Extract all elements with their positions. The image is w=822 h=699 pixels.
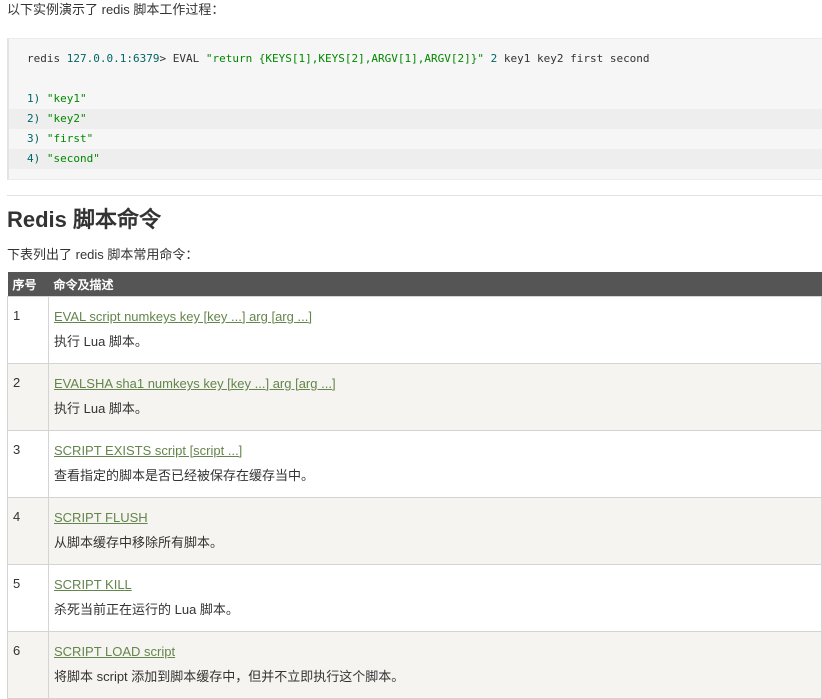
- row-content: SCRIPT EXISTS script [script ...] 查看指定的脚…: [48, 430, 822, 498]
- row-number: 6: [7, 631, 49, 699]
- row-content: SCRIPT FLUSH 从脚本缓存中移除所有脚本。: [48, 497, 822, 565]
- code-output-row: 2) "key2": [9, 109, 822, 129]
- row-number: 1: [7, 296, 49, 364]
- header-command: 命令及描述: [48, 272, 822, 297]
- table-row: 4 SCRIPT FLUSH 从脚本缓存中移除所有脚本。: [7, 497, 822, 565]
- table-row: 2 EVALSHA sha1 numkeys key [key ...] arg…: [7, 363, 822, 431]
- command-description: 杀死当前正在运行的 Lua 脚本。: [54, 602, 239, 617]
- command-link[interactable]: SCRIPT FLUSH: [54, 509, 816, 527]
- intro-text: 以下实例演示了 redis 脚本工作过程：: [7, 2, 225, 17]
- output-value: "second": [46, 152, 100, 165]
- code-output-row: 3) "first": [9, 129, 822, 149]
- code-script-string: "return {KEYS[1],KEYS[2],ARGV[1],ARGV[2]…: [205, 52, 484, 65]
- command-link[interactable]: SCRIPT KILL: [54, 576, 816, 594]
- command-description: 查看指定的脚本是否已经被保存在缓存当中。: [54, 468, 315, 483]
- row-number: 2: [7, 363, 49, 431]
- commands-table: 序号 命令及描述 1 EVAL script numkeys key [key …: [7, 272, 822, 699]
- output-index: 1): [27, 92, 47, 105]
- command-description: 从脚本缓存中移除所有脚本。: [54, 535, 224, 550]
- output-index: 2): [27, 112, 47, 125]
- row-content: EVAL script numkeys key [key ...] arg [a…: [48, 296, 822, 364]
- row-number: 3: [7, 430, 49, 498]
- code-prompt-host: redis: [27, 52, 67, 65]
- code-prompt-rest: > EVAL: [159, 52, 206, 65]
- output-value: "key2": [46, 112, 87, 125]
- table-row: 3 SCRIPT EXISTS script [script ...] 查看指定…: [7, 430, 822, 498]
- row-number: 5: [7, 564, 49, 632]
- section-description: 下表列出了 redis 脚本常用命令：: [7, 247, 199, 262]
- row-number: 4: [7, 497, 49, 565]
- row-content: SCRIPT KILL 杀死当前正在运行的 Lua 脚本。: [48, 564, 822, 632]
- command-description: 执行 Lua 脚本。: [54, 401, 148, 416]
- table-row: 6 SCRIPT LOAD script 将脚本 script 添加到脚本缓存中…: [7, 631, 822, 699]
- output-index: 3): [27, 132, 47, 145]
- row-content: EVALSHA sha1 numkeys key [key ...] arg […: [48, 363, 822, 431]
- table-row: 1 EVAL script numkeys key [key ...] arg …: [7, 296, 822, 364]
- command-link[interactable]: EVAL script numkeys key [key ...] arg [a…: [54, 308, 816, 326]
- row-content: SCRIPT LOAD script 将脚本 script 添加到脚本缓存中，但…: [48, 631, 822, 699]
- code-args: key1 key2 first second: [497, 52, 650, 65]
- output-value: "key1": [46, 92, 87, 105]
- table-row: 5 SCRIPT KILL 杀死当前正在运行的 Lua 脚本。: [7, 564, 822, 632]
- output-value: "first": [46, 132, 94, 145]
- table-header-row: 序号 命令及描述: [7, 272, 822, 297]
- code-output-row: 1) "key1": [9, 89, 822, 109]
- code-block: redis 127.0.0.1:6379> EVAL "return {KEYS…: [7, 38, 822, 180]
- section-divider: [7, 195, 822, 196]
- output-index: 4): [27, 152, 47, 165]
- command-link[interactable]: SCRIPT LOAD script: [54, 643, 816, 661]
- command-link[interactable]: SCRIPT EXISTS script [script ...]: [54, 442, 816, 460]
- section-title: Redis 脚本命令: [7, 207, 162, 232]
- header-number: 序号: [7, 272, 49, 297]
- code-output-row: 4) "second": [9, 149, 822, 169]
- command-description: 执行 Lua 脚本。: [54, 334, 148, 349]
- command-description: 将脚本 script 添加到脚本缓存中，但并不立即执行这个脚本。: [54, 669, 405, 684]
- code-command-line: redis 127.0.0.1:6379> EVAL "return {KEYS…: [27, 49, 650, 69]
- command-link[interactable]: EVALSHA sha1 numkeys key [key ...] arg […: [54, 375, 816, 393]
- code-prompt-ip: 127.0.0.1:6379: [66, 52, 160, 65]
